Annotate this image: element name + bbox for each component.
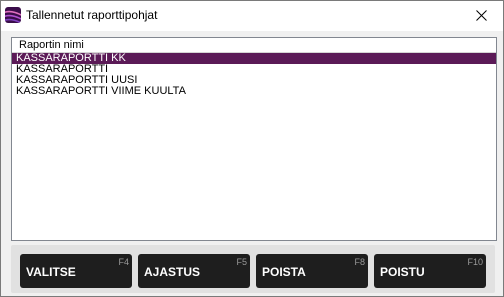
select-button-label: VALITSE xyxy=(26,265,76,279)
dialog-window: Tallennetut raporttipohjat Raportin nimi… xyxy=(0,0,504,297)
schedule-button[interactable]: AJASTUS F5 xyxy=(138,254,250,288)
delete-button[interactable]: POISTA F8 xyxy=(256,254,368,288)
schedule-button-shortcut: F5 xyxy=(236,257,247,267)
delete-button-shortcut: F8 xyxy=(354,257,365,267)
schedule-button-label: AJASTUS xyxy=(144,265,201,279)
button-bar: VALITSE F4 AJASTUS F5 POISTA F8 POISTU F… xyxy=(11,245,495,293)
title-bar[interactable]: Tallennetut raporttipohjat xyxy=(1,1,503,31)
select-button-shortcut: F4 xyxy=(118,257,129,267)
close-button[interactable] xyxy=(463,3,499,27)
exit-button-label: POISTU xyxy=(380,265,425,279)
report-template-list[interactable]: Raportin nimi KASSARAPORTTI KK KASSARAPO… xyxy=(11,37,497,241)
close-icon xyxy=(475,9,487,21)
app-logo-icon xyxy=(5,7,21,23)
select-button[interactable]: VALITSE F4 xyxy=(20,254,132,288)
list-item[interactable]: KASSARAPORTTI VIIME KUULTA xyxy=(12,86,496,97)
column-header-report-name[interactable]: Raportin nimi xyxy=(12,38,496,53)
delete-button-label: POISTA xyxy=(262,265,306,279)
window-title: Tallennetut raporttipohjat xyxy=(26,8,158,22)
exit-button[interactable]: POISTU F10 xyxy=(374,254,486,288)
exit-button-shortcut: F10 xyxy=(467,257,483,267)
